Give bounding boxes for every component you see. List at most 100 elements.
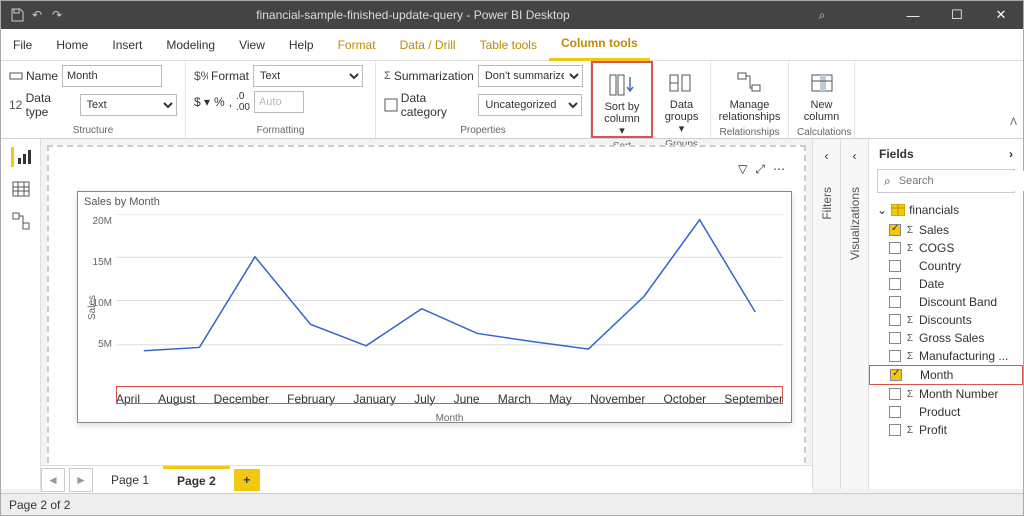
manage-relationships-button[interactable]: Managerelationships xyxy=(719,65,780,127)
field-checkbox[interactable] xyxy=(890,369,902,381)
menu-home[interactable]: Home xyxy=(44,29,100,61)
datatype-select[interactable]: Text xyxy=(80,94,177,116)
column-name-input[interactable] xyxy=(62,65,162,87)
field-checkbox[interactable] xyxy=(889,314,901,326)
field-label: Country xyxy=(919,259,961,273)
new-column-button[interactable]: Newcolumn xyxy=(797,65,846,127)
chart-title: Sales by Month xyxy=(84,196,160,208)
focus-icon[interactable]: ⤢ xyxy=(755,162,765,177)
page-tab-1[interactable]: Page 1 xyxy=(97,466,163,494)
minimize-button[interactable]: — xyxy=(891,1,935,29)
page-next-button[interactable]: ► xyxy=(69,468,93,492)
page-tab-2[interactable]: Page 2 xyxy=(163,466,230,494)
datatype-label: 123Data type xyxy=(9,91,76,119)
field-label: Date xyxy=(919,277,944,291)
field-label: Discount Band xyxy=(919,295,997,309)
x-axis-label: Month xyxy=(436,413,464,424)
fields-search-input[interactable] xyxy=(895,171,1024,191)
menu-modeling[interactable]: Modeling xyxy=(154,29,227,61)
chart-visual[interactable]: ▽ ⤢ ⋯ Sales by Month 5M10M15M20M AprilAu… xyxy=(77,191,792,423)
field-checkbox[interactable] xyxy=(889,406,901,418)
titlebar-search-icon[interactable]: ⌕ xyxy=(813,6,831,24)
data-view-icon[interactable] xyxy=(11,179,31,199)
report-canvas[interactable]: ▽ ⤢ ⋯ Sales by Month 5M10M15M20M AprilAu… xyxy=(47,145,806,483)
menu-file[interactable]: File xyxy=(1,29,44,61)
field-label: Discounts xyxy=(919,313,972,327)
page-prev-button[interactable]: ◄ xyxy=(41,468,65,492)
decimal-places-input[interactable] xyxy=(254,91,304,113)
model-view-icon[interactable] xyxy=(11,211,31,231)
field-date[interactable]: Date xyxy=(869,275,1023,293)
new-column-icon xyxy=(808,69,836,97)
ribbon-collapse-icon[interactable]: ᐱ xyxy=(1010,117,1017,128)
field-checkbox[interactable] xyxy=(889,332,901,344)
filter-icon[interactable]: ▽ xyxy=(738,162,747,177)
chevron-left-icon[interactable]: ‹ xyxy=(853,149,857,163)
ribbon: Name 123Data type Text Structure $%Forma… xyxy=(1,61,1023,139)
menu-help[interactable]: Help xyxy=(277,29,326,61)
field-checkbox[interactable] xyxy=(889,350,901,362)
menu-format[interactable]: Format xyxy=(326,29,388,61)
field-month-number[interactable]: ΣMonth Number xyxy=(869,385,1023,403)
datacategory-select[interactable]: Uncategorized xyxy=(478,94,582,116)
field-label: Month xyxy=(920,368,953,382)
status-bar: Page 2 of 2 xyxy=(1,493,1023,515)
title-bar: ↶ ↷ financial-sample-finished-update-que… xyxy=(1,1,1023,29)
field-profit[interactable]: ΣProfit xyxy=(869,421,1023,439)
add-page-button[interactable]: + xyxy=(234,469,260,491)
field-discount-band[interactable]: Discount Band xyxy=(869,293,1023,311)
save-icon[interactable] xyxy=(9,7,25,23)
field-product[interactable]: Product xyxy=(869,403,1023,421)
summarization-select[interactable]: Don't summarize xyxy=(478,65,583,87)
field-label: Sales xyxy=(919,223,949,237)
fields-header: Fields xyxy=(879,147,914,161)
viz-pane-collapsed[interactable]: ‹ Visualizations xyxy=(840,139,868,489)
field-cogs[interactable]: ΣCOGS xyxy=(869,239,1023,257)
field-checkbox[interactable] xyxy=(889,224,901,236)
menu-datadrill[interactable]: Data / Drill xyxy=(388,29,468,61)
decimal-icon: .0.00 xyxy=(236,91,250,113)
menu-view[interactable]: View xyxy=(227,29,277,61)
sort-icon xyxy=(608,71,636,99)
field-checkbox[interactable] xyxy=(889,278,901,290)
field-checkbox[interactable] xyxy=(889,296,901,308)
field-discounts[interactable]: ΣDiscounts xyxy=(869,311,1023,329)
field-checkbox[interactable] xyxy=(889,260,901,272)
redo-icon[interactable]: ↷ xyxy=(49,7,65,23)
menu-insert[interactable]: Insert xyxy=(100,29,154,61)
field-month[interactable]: Month xyxy=(869,365,1023,385)
field-country[interactable]: Country xyxy=(869,257,1023,275)
format-select[interactable]: Text xyxy=(253,65,363,87)
field-manufacturing-[interactable]: ΣManufacturing ... xyxy=(869,347,1023,365)
fields-pane: Fields › ⌕ ⌄financialsΣSalesΣCOGS Country D… xyxy=(868,139,1023,489)
page-status-text: Page 2 of 2 xyxy=(9,498,70,512)
menu-tabletools[interactable]: Table tools xyxy=(468,29,549,61)
field-label: Profit xyxy=(919,423,947,437)
search-icon: ⌕ xyxy=(884,174,891,189)
view-rail xyxy=(1,139,41,489)
page-tabs: ◄ ► Page 1 Page 2 + xyxy=(41,465,812,493)
report-view-icon[interactable] xyxy=(11,147,31,167)
currency-icon: $ ▾ xyxy=(194,95,210,109)
field-sales[interactable]: ΣSales xyxy=(869,221,1023,239)
maximize-button[interactable]: ☐ xyxy=(935,1,979,29)
menu-bar: File Home Insert Modeling View Help Form… xyxy=(1,29,1023,61)
chevron-right-icon[interactable]: › xyxy=(1009,147,1013,161)
comma-icon: , xyxy=(229,95,232,109)
undo-icon[interactable]: ↶ xyxy=(29,7,45,23)
field-gross-sales[interactable]: ΣGross Sales xyxy=(869,329,1023,347)
close-button[interactable]: ✕ xyxy=(979,1,1023,29)
data-groups-button[interactable]: Datagroups ▾ xyxy=(661,65,702,139)
sort-by-column-button[interactable]: Sort bycolumn ▾ xyxy=(601,67,643,141)
menu-columntools[interactable]: Column tools xyxy=(549,29,650,61)
field-checkbox[interactable] xyxy=(889,424,901,436)
table-financials[interactable]: ⌄financials xyxy=(869,199,1023,221)
chevron-left-icon[interactable]: ‹ xyxy=(825,149,829,163)
fields-search[interactable]: ⌕ xyxy=(877,169,1015,193)
filters-pane-collapsed[interactable]: ‹ Filters xyxy=(812,139,840,489)
field-checkbox[interactable] xyxy=(889,242,901,254)
more-icon[interactable]: ⋯ xyxy=(773,162,785,177)
datacategory-label: Data category xyxy=(384,91,474,119)
format-label: $%Format xyxy=(194,69,249,83)
field-checkbox[interactable] xyxy=(889,388,901,400)
